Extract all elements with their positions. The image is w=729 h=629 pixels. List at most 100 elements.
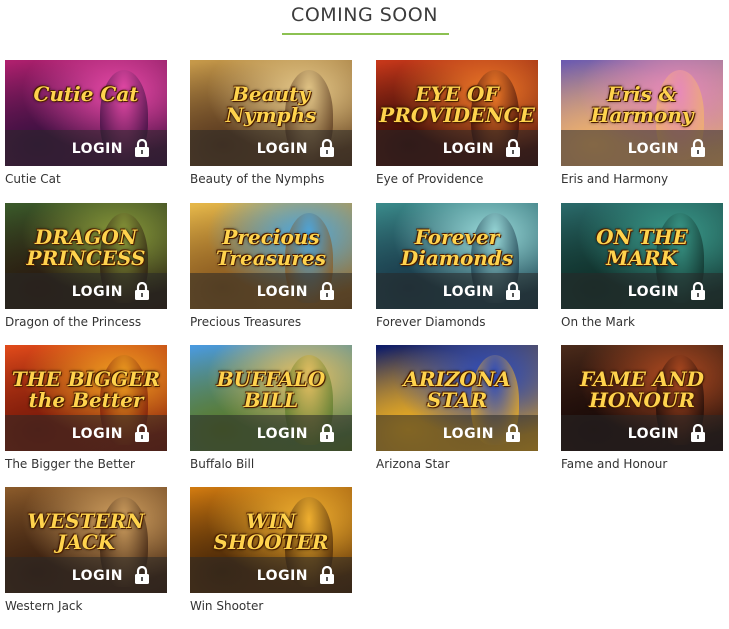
game-card[interactable]: Cutie Cat LOGIN Cutie Cat <box>5 60 169 202</box>
lock-icon <box>135 424 149 442</box>
game-card[interactable]: DRAGON PRINCESS LOGIN Dragon of the Prince… <box>5 203 169 345</box>
lock-icon <box>320 282 334 300</box>
login-overlay[interactable]: LOGIN <box>5 415 167 451</box>
game-card[interactable]: Forever Diamonds LOGIN Forever Diamonds <box>376 203 540 345</box>
game-card[interactable]: Beauty Nymphs LOGIN Beauty of the Nymphs <box>190 60 354 202</box>
lock-icon <box>320 424 334 442</box>
game-title[interactable]: Western Jack <box>5 599 82 613</box>
game-card[interactable]: BUFFALO BILL LOGIN Buffalo Bill <box>190 345 354 487</box>
game-card[interactable]: Precious Treasures LOGIN Precious Treasure… <box>190 203 354 345</box>
game-card[interactable]: WESTERN JACK LOGIN Western Jack <box>5 487 169 629</box>
game-thumbnail[interactable]: Precious Treasures LOGIN <box>190 203 352 309</box>
game-thumbnail[interactable]: Beauty Nymphs LOGIN <box>190 60 352 166</box>
login-overlay[interactable]: LOGIN <box>561 415 723 451</box>
login-label[interactable]: LOGIN <box>72 568 123 584</box>
artwork-logo: Cutie Cat <box>33 82 139 106</box>
login-label[interactable]: LOGIN <box>257 141 308 157</box>
lock-icon <box>506 424 520 442</box>
lock-icon <box>691 139 705 157</box>
game-thumbnail[interactable]: ON THE MARK LOGIN <box>561 203 723 309</box>
game-thumbnail[interactable]: FAME AND HONOUR LOGIN <box>561 345 723 451</box>
title-underline <box>282 33 449 35</box>
artwork-logo: Eris & Harmony <box>590 82 694 127</box>
game-card[interactable]: EYE OF PROVIDENCE LOGIN Eye of Providence <box>376 60 540 202</box>
login-overlay[interactable]: LOGIN <box>376 130 538 166</box>
game-title[interactable]: Dragon of the Princess <box>5 315 141 329</box>
login-label[interactable]: LOGIN <box>628 284 679 300</box>
game-thumbnail[interactable]: WESTERN JACK LOGIN <box>5 487 167 593</box>
login-overlay[interactable]: LOGIN <box>190 130 352 166</box>
game-thumbnail[interactable]: WIN SHOOTER LOGIN <box>190 487 352 593</box>
artwork-logo: EYE OF PROVIDENCE <box>379 82 535 127</box>
artwork-logo: Beauty Nymphs <box>225 82 317 127</box>
game-title[interactable]: Arizona Star <box>376 457 450 471</box>
game-title[interactable]: Fame and Honour <box>561 457 667 471</box>
game-card[interactable]: THE BIGGER the Better LOGIN The Bigger the… <box>5 345 169 487</box>
game-thumbnail[interactable]: Eris & Harmony LOGIN <box>561 60 723 166</box>
game-title[interactable]: Cutie Cat <box>5 172 61 186</box>
login-label[interactable]: LOGIN <box>257 426 308 442</box>
login-overlay[interactable]: LOGIN <box>376 415 538 451</box>
login-overlay[interactable]: LOGIN <box>5 130 167 166</box>
artwork-logo: ON THE MARK <box>596 225 688 270</box>
lock-icon <box>135 139 149 157</box>
login-label[interactable]: LOGIN <box>257 568 308 584</box>
lock-icon <box>506 282 520 300</box>
login-label[interactable]: LOGIN <box>257 284 308 300</box>
game-card[interactable]: WIN SHOOTER LOGIN Win Shooter <box>190 487 354 629</box>
login-label[interactable]: LOGIN <box>72 141 123 157</box>
section-title: COMING SOON <box>291 4 438 26</box>
login-overlay[interactable]: LOGIN <box>190 415 352 451</box>
game-card[interactable]: Eris & Harmony LOGIN Eris and Harmony <box>561 60 725 202</box>
game-card[interactable]: FAME AND HONOUR LOGIN Fame and Honour <box>561 345 725 487</box>
lock-icon <box>135 566 149 584</box>
artwork-logo: ARIZONA STAR <box>403 367 511 412</box>
artwork-logo: BUFFALO BILL <box>216 367 326 412</box>
section-header: COMING SOON <box>0 0 729 40</box>
game-thumbnail[interactable]: BUFFALO BILL LOGIN <box>190 345 352 451</box>
artwork-logo: WESTERN JACK <box>27 509 145 554</box>
game-thumbnail[interactable]: THE BIGGER the Better LOGIN <box>5 345 167 451</box>
game-title[interactable]: Buffalo Bill <box>190 457 254 471</box>
lock-icon <box>506 139 520 157</box>
login-label[interactable]: LOGIN <box>443 426 494 442</box>
lock-icon <box>691 282 705 300</box>
artwork-logo: THE BIGGER the Better <box>11 367 161 412</box>
game-title[interactable]: Precious Treasures <box>190 315 301 329</box>
login-label[interactable]: LOGIN <box>443 284 494 300</box>
login-overlay[interactable]: LOGIN <box>190 273 352 309</box>
game-thumbnail[interactable]: Forever Diamonds LOGIN <box>376 203 538 309</box>
game-thumbnail[interactable]: EYE OF PROVIDENCE LOGIN <box>376 60 538 166</box>
login-overlay[interactable]: LOGIN <box>5 273 167 309</box>
artwork-logo: WIN SHOOTER <box>213 509 329 554</box>
game-card[interactable]: ARIZONA STAR LOGIN Arizona Star <box>376 345 540 487</box>
game-title[interactable]: Win Shooter <box>190 599 263 613</box>
game-title[interactable]: Beauty of the Nymphs <box>190 172 324 186</box>
login-label[interactable]: LOGIN <box>443 141 494 157</box>
login-overlay[interactable]: LOGIN <box>561 130 723 166</box>
lock-icon <box>691 424 705 442</box>
game-title[interactable]: The Bigger the Better <box>5 457 135 471</box>
login-overlay[interactable]: LOGIN <box>5 557 167 593</box>
artwork-logo: DRAGON PRINCESS <box>26 225 146 270</box>
game-thumbnail[interactable]: ARIZONA STAR LOGIN <box>376 345 538 451</box>
login-label[interactable]: LOGIN <box>628 426 679 442</box>
game-title[interactable]: Forever Diamonds <box>376 315 486 329</box>
game-thumbnail[interactable]: DRAGON PRINCESS LOGIN <box>5 203 167 309</box>
game-thumbnail[interactable]: Cutie Cat LOGIN <box>5 60 167 166</box>
login-overlay[interactable]: LOGIN <box>190 557 352 593</box>
game-title[interactable]: Eris and Harmony <box>561 172 668 186</box>
game-card[interactable]: ON THE MARK LOGIN On the Mark <box>561 203 725 345</box>
login-label[interactable]: LOGIN <box>72 284 123 300</box>
login-overlay[interactable]: LOGIN <box>376 273 538 309</box>
artwork-logo: Forever Diamonds <box>400 225 514 270</box>
lock-icon <box>135 282 149 300</box>
lock-icon <box>320 566 334 584</box>
lock-icon <box>320 139 334 157</box>
login-label[interactable]: LOGIN <box>628 141 679 157</box>
login-label[interactable]: LOGIN <box>72 426 123 442</box>
game-title[interactable]: Eye of Providence <box>376 172 483 186</box>
login-overlay[interactable]: LOGIN <box>561 273 723 309</box>
game-title[interactable]: On the Mark <box>561 315 635 329</box>
artwork-logo: FAME AND HONOUR <box>579 367 705 412</box>
